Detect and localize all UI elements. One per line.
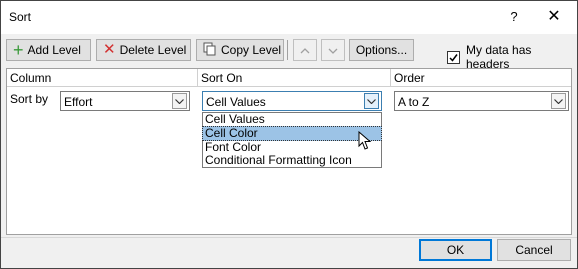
close-button[interactable]: ✕ xyxy=(539,6,569,28)
sort-by-label: Sort by xyxy=(10,92,49,106)
copy-level-label: Copy Level xyxy=(221,43,282,57)
sort-on-combo-value: Cell Values xyxy=(206,95,266,109)
chevron-down-icon[interactable] xyxy=(364,93,379,109)
chevron-down-icon[interactable] xyxy=(172,93,187,109)
sort-dialog: Sort ? ✕ + Add Level ✕ Delete Level Copy… xyxy=(0,0,578,269)
chevron-up-icon xyxy=(300,43,310,57)
headers-checkbox[interactable] xyxy=(447,50,460,64)
copy-icon xyxy=(203,42,217,59)
sort-on-combo[interactable]: Cell Values xyxy=(202,91,382,111)
toolbar: + Add Level ✕ Delete Level Copy Level Op… xyxy=(1,34,577,71)
toolbar-separator xyxy=(287,40,288,60)
delete-level-button[interactable]: ✕ Delete Level xyxy=(96,39,191,61)
dialog-title: Sort xyxy=(9,10,32,24)
cancel-button[interactable]: Cancel xyxy=(497,239,571,261)
column-header-order: Order xyxy=(391,69,571,87)
column-combo[interactable]: Effort xyxy=(60,91,190,111)
options-button[interactable]: Options... xyxy=(349,39,414,61)
chevron-down-icon xyxy=(328,43,338,57)
help-button[interactable]: ? xyxy=(501,6,527,28)
sort-levels-grid: Column Sort On Order Sort by Effort Cell… xyxy=(6,68,572,235)
dropdown-option[interactable]: Conditional Formatting Icon xyxy=(203,154,381,167)
order-combo-value: A to Z xyxy=(398,95,430,109)
checkmark-icon xyxy=(449,53,458,62)
column-header-sort-on: Sort On xyxy=(198,69,391,87)
order-combo[interactable]: A to Z xyxy=(394,91,569,111)
dropdown-option-highlighted[interactable]: Cell Color xyxy=(202,126,382,141)
close-icon: ✕ xyxy=(547,8,561,25)
add-level-label: Add Level xyxy=(27,43,81,57)
delete-x-icon: ✕ xyxy=(103,41,116,58)
move-up-button[interactable] xyxy=(293,39,317,61)
add-level-button[interactable]: + Add Level xyxy=(6,39,91,61)
headers-checkbox-wrap[interactable]: My data has headers xyxy=(447,43,577,71)
chevron-down-icon[interactable] xyxy=(551,93,566,109)
footer-divider xyxy=(1,237,577,238)
title-bar: Sort ? ✕ xyxy=(1,1,577,34)
mouse-cursor-icon xyxy=(358,131,372,150)
column-combo-value: Effort xyxy=(64,95,93,109)
options-label: Options... xyxy=(355,43,408,57)
dropdown-option[interactable]: Cell Values xyxy=(203,113,381,126)
move-down-button[interactable] xyxy=(321,39,345,61)
column-header-column: Column xyxy=(7,69,198,87)
headers-checkbox-label: My data has headers xyxy=(466,43,532,71)
copy-level-button[interactable]: Copy Level xyxy=(196,39,284,61)
sort-on-dropdown-list: Cell Values Cell Color Font Color Condit… xyxy=(202,112,382,168)
plus-icon: + xyxy=(13,40,24,60)
delete-level-label: Delete Level xyxy=(119,43,187,57)
ok-button[interactable]: OK xyxy=(419,239,492,261)
